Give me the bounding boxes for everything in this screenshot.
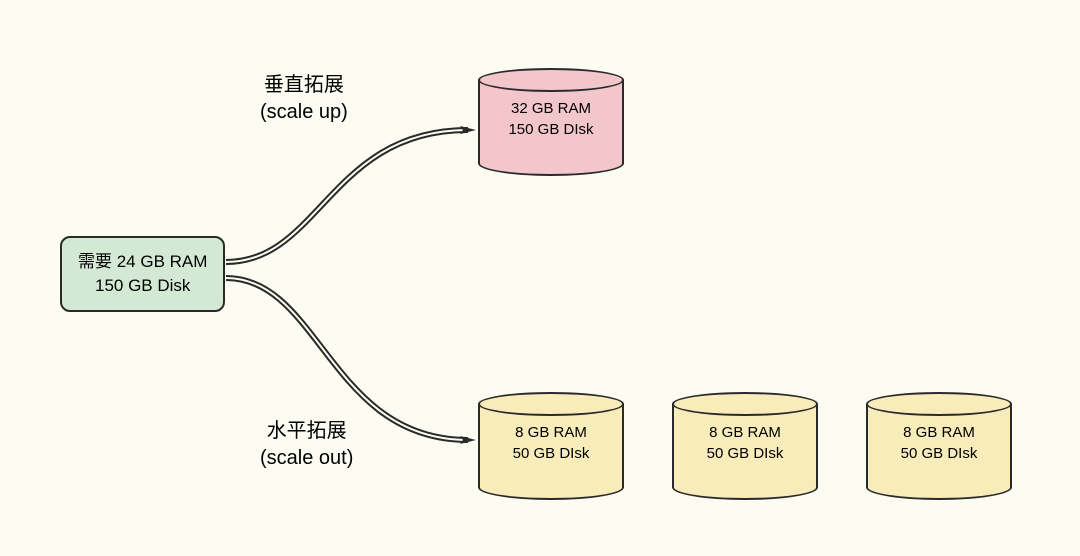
scale-out-3-text: 8 GB RAM 50 GB DIsk: [866, 422, 1012, 464]
cylinder-top: [478, 68, 624, 92]
cylinder-bottom: [478, 163, 624, 176]
scale-out-line2: (scale out): [260, 447, 353, 469]
scale-out-1-text: 8 GB RAM 50 GB DIsk: [478, 422, 624, 464]
scale-out-cylinder-1: 8 GB RAM 50 GB DIsk: [478, 392, 624, 500]
scale-out-2-ram: 8 GB RAM: [709, 424, 781, 441]
cylinder-top: [478, 392, 624, 416]
scale-out-label: 水平拓展 (scale out): [260, 418, 353, 472]
cylinder-bottom: [672, 487, 818, 500]
scale-up-line2: (scale up): [260, 101, 348, 123]
cylinder-top: [672, 392, 818, 416]
scale-out-cylinder-3: 8 GB RAM 50 GB DIsk: [866, 392, 1012, 500]
scale-out-cylinder-2: 8 GB RAM 50 GB DIsk: [672, 392, 818, 500]
scale-up-cylinder: 32 GB RAM 150 GB DIsk: [478, 68, 624, 176]
scale-up-ram: 32 GB RAM: [511, 100, 591, 117]
arrow-scale-up: [226, 126, 476, 262]
cylinder-top: [866, 392, 1012, 416]
scale-out-2-text: 8 GB RAM 50 GB DIsk: [672, 422, 818, 464]
scale-out-2-disk: 50 GB DIsk: [707, 445, 784, 462]
scale-out-1-disk: 50 GB DIsk: [513, 445, 590, 462]
source-line1: 需要 24 GB RAM: [78, 252, 207, 271]
scale-up-disk: 150 GB DIsk: [508, 121, 593, 138]
cylinder-bottom: [478, 487, 624, 500]
source-requirement-box: 需要 24 GB RAM 150 GB Disk: [60, 236, 225, 312]
scale-out-1-ram: 8 GB RAM: [515, 424, 587, 441]
scale-up-label: 垂直拓展 (scale up): [260, 72, 348, 126]
scale-up-text: 32 GB RAM 150 GB DIsk: [478, 98, 624, 140]
scale-out-3-ram: 8 GB RAM: [903, 424, 975, 441]
scale-out-line1: 水平拓展: [267, 420, 347, 442]
scale-out-3-disk: 50 GB DIsk: [901, 445, 978, 462]
scale-up-line1: 垂直拓展: [264, 74, 344, 96]
cylinder-bottom: [866, 487, 1012, 500]
source-line2: 150 GB Disk: [95, 276, 190, 295]
